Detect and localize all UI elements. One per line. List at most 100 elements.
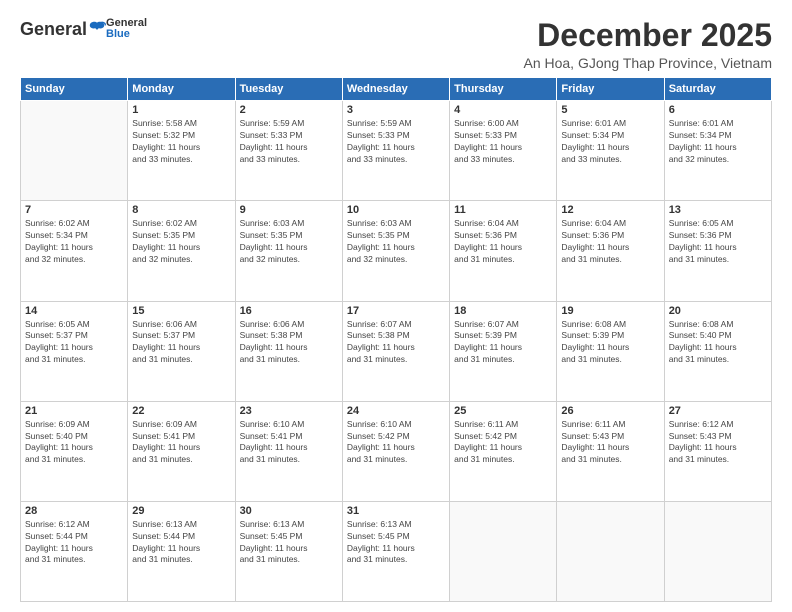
calendar-header-row: Sunday Monday Tuesday Wednesday Thursday…	[21, 78, 772, 101]
calendar-cell: 5Sunrise: 6:01 AM Sunset: 5:34 PM Daylig…	[557, 101, 664, 201]
day-number: 13	[669, 204, 767, 216]
logo-bird-icon	[88, 20, 106, 38]
day-info: Sunrise: 6:05 AM Sunset: 5:37 PM Dayligh…	[25, 319, 123, 367]
day-number: 22	[132, 405, 230, 417]
calendar-cell: 19 Sunrise: 6:08 AM Sunset: 5:39 PM Dayli…	[557, 301, 664, 401]
day-info: Sunrise: 6:11 AM Sunset: 5:42 PM Dayligh…	[454, 419, 552, 467]
day-number: 24	[347, 405, 445, 417]
col-wednesday: Wednesday	[342, 78, 449, 101]
calendar: Sunday Monday Tuesday Wednesday Thursday…	[20, 77, 772, 602]
day-info: Sunrise: 6:13 AM Sunset: 5:44 PM Dayligh…	[132, 519, 230, 567]
day-info: Sunrise: 6:10 AM Sunset: 5:41 PM Dayligh…	[240, 419, 338, 467]
calendar-cell: 26 Sunrise: 6:11 AM Sunset: 5:43 PM Dayli…	[557, 401, 664, 501]
calendar-week-row-1: 7 Sunrise: 6:02 AM Sunset: 5:34 PM Daylig…	[21, 201, 772, 301]
day-number: 8	[132, 204, 230, 216]
day-number: 5	[561, 104, 659, 116]
calendar-week-row-3: 21Sunrise: 6:09 AM Sunset: 5:40 PM Dayli…	[21, 401, 772, 501]
calendar-cell: 8 Sunrise: 6:02 AM Sunset: 5:35 PM Daylig…	[128, 201, 235, 301]
day-info: Sunrise: 6:03 AM Sunset: 5:35 PM Dayligh…	[240, 218, 338, 266]
day-number: 16	[240, 305, 338, 317]
col-tuesday: Tuesday	[235, 78, 342, 101]
calendar-cell: 27Sunrise: 6:12 AM Sunset: 5:43 PM Dayli…	[664, 401, 771, 501]
day-number: 12	[561, 204, 659, 216]
day-info: Sunrise: 6:02 AM Sunset: 5:35 PM Dayligh…	[132, 218, 230, 266]
calendar-cell: 21Sunrise: 6:09 AM Sunset: 5:40 PM Dayli…	[21, 401, 128, 501]
header: General General Blue December 2025 An Ho…	[20, 18, 772, 71]
day-info: Sunrise: 6:00 AM Sunset: 5:33 PM Dayligh…	[454, 118, 552, 166]
col-sunday: Sunday	[21, 78, 128, 101]
day-number: 4	[454, 104, 552, 116]
calendar-cell: 7 Sunrise: 6:02 AM Sunset: 5:34 PM Daylig…	[21, 201, 128, 301]
day-info: Sunrise: 5:59 AM Sunset: 5:33 PM Dayligh…	[347, 118, 445, 166]
day-number: 10	[347, 204, 445, 216]
calendar-cell: 22Sunrise: 6:09 AM Sunset: 5:41 PM Dayli…	[128, 401, 235, 501]
day-info: Sunrise: 6:13 AM Sunset: 5:45 PM Dayligh…	[240, 519, 338, 567]
calendar-cell: 31Sunrise: 6:13 AM Sunset: 5:45 PM Dayli…	[342, 501, 449, 601]
day-number: 29	[132, 505, 230, 517]
calendar-cell: 9 Sunrise: 6:03 AM Sunset: 5:35 PM Daylig…	[235, 201, 342, 301]
day-number: 3	[347, 104, 445, 116]
day-number: 6	[669, 104, 767, 116]
day-info: Sunrise: 6:10 AM Sunset: 5:42 PM Dayligh…	[347, 419, 445, 467]
calendar-cell: 23 Sunrise: 6:10 AM Sunset: 5:41 PM Dayli…	[235, 401, 342, 501]
calendar-week-row-0: 1Sunrise: 5:58 AM Sunset: 5:32 PM Daylig…	[21, 101, 772, 201]
calendar-cell: 15Sunrise: 6:06 AM Sunset: 5:37 PM Dayli…	[128, 301, 235, 401]
calendar-cell: 14 Sunrise: 6:05 AM Sunset: 5:37 PM Dayli…	[21, 301, 128, 401]
calendar-cell: 16 Sunrise: 6:06 AM Sunset: 5:38 PM Dayli…	[235, 301, 342, 401]
day-info: Sunrise: 6:06 AM Sunset: 5:38 PM Dayligh…	[240, 319, 338, 367]
calendar-cell: 10Sunrise: 6:03 AM Sunset: 5:35 PM Dayli…	[342, 201, 449, 301]
calendar-cell: 18Sunrise: 6:07 AM Sunset: 5:39 PM Dayli…	[450, 301, 557, 401]
calendar-cell	[664, 501, 771, 601]
day-info: Sunrise: 6:04 AM Sunset: 5:36 PM Dayligh…	[561, 218, 659, 266]
calendar-cell	[21, 101, 128, 201]
logo: General General Blue	[20, 18, 147, 40]
day-number: 14	[25, 305, 123, 317]
day-number: 31	[347, 505, 445, 517]
day-info: Sunrise: 6:11 AM Sunset: 5:43 PM Dayligh…	[561, 419, 659, 467]
day-number: 25	[454, 405, 552, 417]
day-number: 17	[347, 305, 445, 317]
day-info: Sunrise: 5:59 AM Sunset: 5:33 PM Dayligh…	[240, 118, 338, 166]
calendar-cell: 11 Sunrise: 6:04 AM Sunset: 5:36 PM Dayli…	[450, 201, 557, 301]
day-number: 23	[240, 405, 338, 417]
calendar-cell: 13 Sunrise: 6:05 AM Sunset: 5:36 PM Dayli…	[664, 201, 771, 301]
page: General General Blue December 2025 An Ho…	[0, 0, 792, 612]
calendar-cell: 6Sunrise: 6:01 AM Sunset: 5:34 PM Daylig…	[664, 101, 771, 201]
day-number: 11	[454, 204, 552, 216]
day-number: 21	[25, 405, 123, 417]
day-info: Sunrise: 6:08 AM Sunset: 5:40 PM Dayligh…	[669, 319, 767, 367]
day-info: Sunrise: 6:02 AM Sunset: 5:34 PM Dayligh…	[25, 218, 123, 266]
calendar-cell: 29 Sunrise: 6:13 AM Sunset: 5:44 PM Dayli…	[128, 501, 235, 601]
day-info: Sunrise: 6:06 AM Sunset: 5:37 PM Dayligh…	[132, 319, 230, 367]
col-monday: Monday	[128, 78, 235, 101]
calendar-cell: 2 Sunrise: 5:59 AM Sunset: 5:33 PM Daylig…	[235, 101, 342, 201]
calendar-cell	[557, 501, 664, 601]
day-info: Sunrise: 6:04 AM Sunset: 5:36 PM Dayligh…	[454, 218, 552, 266]
day-number: 28	[25, 505, 123, 517]
logo-text: General General Blue	[20, 18, 147, 40]
calendar-cell: 4 Sunrise: 6:00 AM Sunset: 5:33 PM Daylig…	[450, 101, 557, 201]
logo-bottom: Blue	[106, 29, 147, 40]
day-number: 20	[669, 305, 767, 317]
calendar-cell	[450, 501, 557, 601]
day-number: 30	[240, 505, 338, 517]
day-number: 9	[240, 204, 338, 216]
location-title: An Hoa, GJong Thap Province, Vietnam	[523, 55, 772, 71]
day-info: Sunrise: 6:07 AM Sunset: 5:39 PM Dayligh…	[454, 319, 552, 367]
calendar-week-row-2: 14 Sunrise: 6:05 AM Sunset: 5:37 PM Dayli…	[21, 301, 772, 401]
day-info: Sunrise: 6:05 AM Sunset: 5:36 PM Dayligh…	[669, 218, 767, 266]
col-saturday: Saturday	[664, 78, 771, 101]
day-info: Sunrise: 5:58 AM Sunset: 5:32 PM Dayligh…	[132, 118, 230, 166]
day-info: Sunrise: 6:12 AM Sunset: 5:44 PM Dayligh…	[25, 519, 123, 567]
title-area: December 2025 An Hoa, GJong Thap Provinc…	[523, 18, 772, 71]
day-number: 19	[561, 305, 659, 317]
calendar-week-row-4: 28 Sunrise: 6:12 AM Sunset: 5:44 PM Dayli…	[21, 501, 772, 601]
day-number: 2	[240, 104, 338, 116]
day-number: 26	[561, 405, 659, 417]
calendar-cell: 25 Sunrise: 6:11 AM Sunset: 5:42 PM Dayli…	[450, 401, 557, 501]
day-number: 7	[25, 204, 123, 216]
calendar-cell: 24 Sunrise: 6:10 AM Sunset: 5:42 PM Dayli…	[342, 401, 449, 501]
day-info: Sunrise: 6:08 AM Sunset: 5:39 PM Dayligh…	[561, 319, 659, 367]
day-number: 27	[669, 405, 767, 417]
calendar-cell: 1Sunrise: 5:58 AM Sunset: 5:32 PM Daylig…	[128, 101, 235, 201]
